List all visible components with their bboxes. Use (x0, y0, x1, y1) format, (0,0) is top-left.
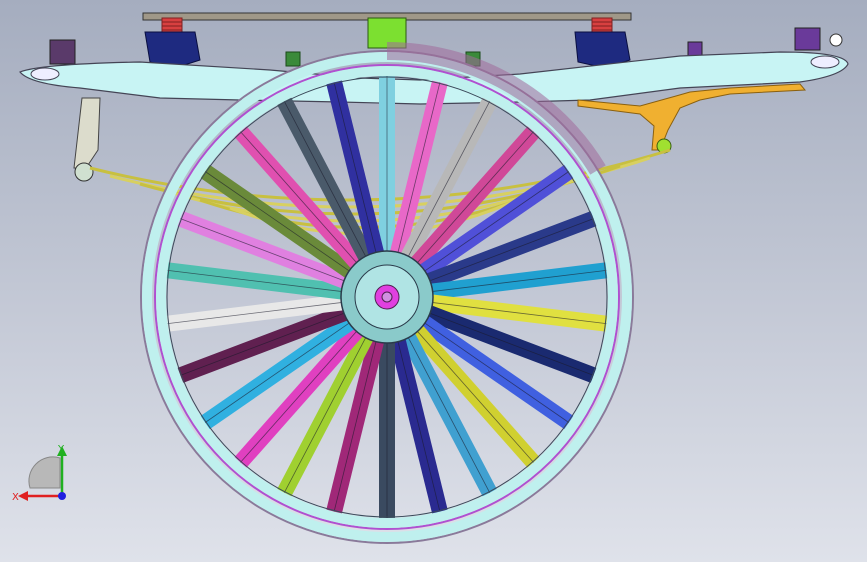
hub-axle (381, 291, 393, 303)
wheel-assembly[interactable] (140, 41, 634, 544)
x-axis-label: X (12, 492, 19, 503)
orientation-triad: Y X (10, 438, 80, 508)
right-clamp[interactable] (794, 27, 821, 51)
left-green-block (285, 51, 301, 67)
right-arm-eye (810, 55, 840, 69)
wheel-suspension-model[interactable] (0, 0, 867, 562)
y-axis-label: Y (57, 444, 65, 455)
cad-viewport[interactable]: Y X (0, 0, 867, 562)
left-shackle[interactable] (73, 97, 101, 169)
left-shackle-pin (74, 162, 94, 182)
left-arm-eye (30, 67, 60, 81)
left-clamp[interactable] (49, 39, 76, 65)
triad-quadrant (28, 456, 61, 489)
x-axis-head (18, 491, 28, 501)
z-axis-dot (58, 492, 66, 500)
right-end-bolt (829, 33, 843, 47)
